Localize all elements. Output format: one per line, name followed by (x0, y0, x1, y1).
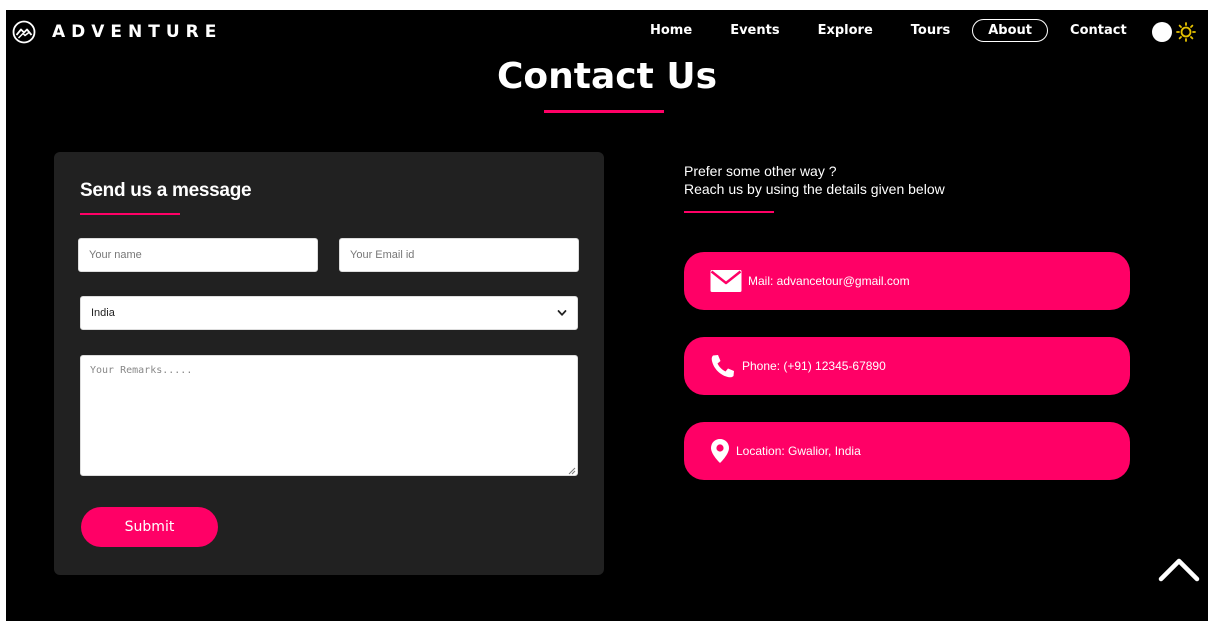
submit-button[interactable]: Submit (81, 507, 218, 547)
country-select[interactable]: India (80, 296, 578, 330)
main-nav: Home Events Explore Tours About Contact (642, 19, 1127, 42)
page-frame: ADVENTURE Home Events Explore Tours Abou… (6, 10, 1208, 621)
brand-name: ADVENTURE (52, 22, 223, 42)
chevron-up-icon[interactable] (1158, 556, 1200, 582)
toggle-knob (1152, 22, 1172, 42)
mail-text: Mail: advancetour@gmail.com (748, 274, 910, 288)
mail-contact-pill[interactable]: Mail: advancetour@gmail.com (684, 252, 1130, 310)
alt-contact-line-1: Prefer some other way ? (684, 163, 837, 179)
form-heading: Send us a message (80, 180, 252, 201)
sun-icon (1176, 22, 1196, 42)
nav-events[interactable]: Events (730, 23, 779, 38)
nav-about[interactable]: About (972, 19, 1049, 42)
nav-tours[interactable]: Tours (911, 23, 950, 38)
page-title: Contact Us (496, 56, 718, 97)
nav-contact[interactable]: Contact (1070, 23, 1127, 38)
location-contact-pill[interactable]: Location: Gwalior, India (684, 422, 1130, 480)
alt-contact-line-2: Reach us by using the details given belo… (684, 181, 945, 197)
alt-contact-intro: Prefer some other way ? Reach us by usin… (684, 162, 945, 198)
resize-grip-icon[interactable] (568, 467, 576, 475)
phone-icon (711, 355, 734, 378)
chevron-down-icon (557, 310, 567, 316)
country-select-value: India (91, 307, 115, 319)
nav-explore[interactable]: Explore (818, 23, 873, 38)
theme-toggle[interactable] (1152, 22, 1196, 42)
mail-icon (710, 270, 742, 292)
phone-text: Phone: (+91) 12345-67890 (742, 359, 886, 373)
name-input[interactable] (78, 238, 318, 272)
message-form-card: Send us a message India Submit (54, 152, 604, 575)
email-input[interactable] (339, 238, 579, 272)
remarks-textarea[interactable] (80, 355, 578, 476)
location-pin-icon (711, 439, 729, 463)
location-text: Location: Gwalior, India (736, 444, 861, 458)
phone-contact-pill[interactable]: Phone: (+91) 12345-67890 (684, 337, 1130, 395)
title-underline (544, 110, 664, 113)
logo-mountain-icon (12, 20, 36, 44)
alt-contact-underline (684, 211, 774, 213)
form-heading-underline (80, 213, 180, 215)
nav-home[interactable]: Home (650, 23, 692, 38)
brand-logo[interactable]: ADVENTURE (12, 20, 222, 44)
